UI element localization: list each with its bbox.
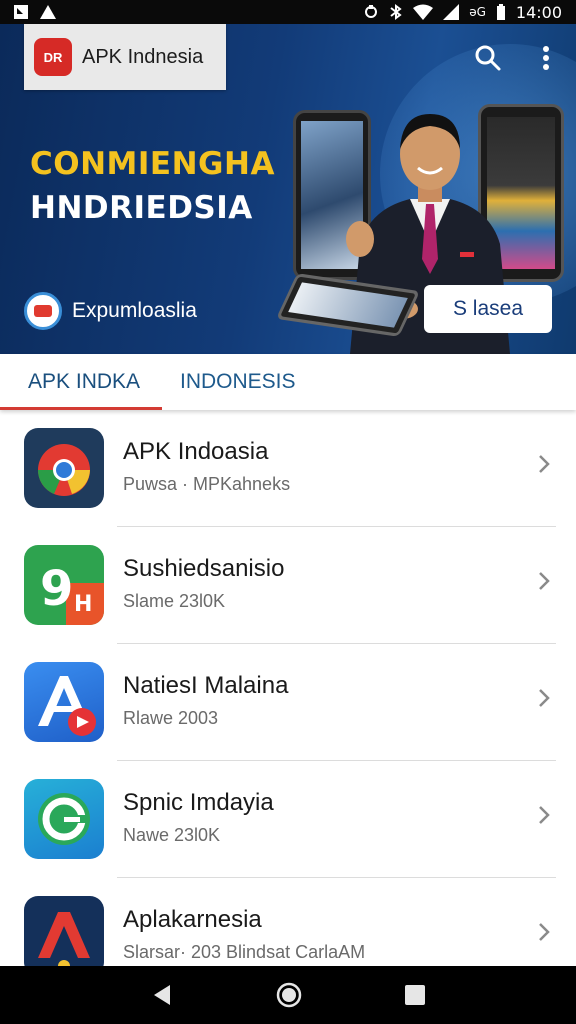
more-vert-icon	[543, 46, 549, 70]
wifi-icon	[413, 4, 434, 20]
hero-brand: Expumloaslia	[24, 292, 197, 330]
svg-text:H: H	[74, 592, 92, 617]
list-item[interactable]: Spnic Imdayia Nawe 23l0K	[0, 761, 576, 878]
red-a-icon	[24, 896, 104, 966]
more-options-button[interactable]	[530, 42, 562, 74]
app-name: Spnic Imdayia	[123, 789, 274, 816]
app-logo-icon: DR	[34, 38, 72, 76]
app-meta: Nawe 23l0K	[123, 825, 221, 845]
signal-icon	[443, 4, 460, 20]
app-meta: Slame 23l0K	[123, 591, 226, 611]
bluetooth-icon	[390, 4, 402, 20]
g-refresh-icon	[24, 779, 104, 859]
g9-icon: 9 H	[24, 545, 104, 625]
app-name: Aplakarnesia	[123, 906, 262, 933]
app-bar-title-chip[interactable]: DR APK Indnesia	[24, 24, 226, 90]
chrome-style-icon	[24, 428, 104, 508]
status-left	[14, 5, 56, 19]
list-item[interactable]: Aplakarnesia Slarsar· 203 Blindsat Carla…	[0, 878, 576, 966]
status-right: əG 14:00	[363, 3, 562, 22]
app-meta: Puwsa · MPKahneks	[123, 474, 291, 494]
alert-icon	[40, 5, 56, 19]
hero-headline: CONMIENGHA HNDRIEDSIA	[30, 142, 275, 230]
battery-icon	[496, 4, 505, 20]
system-nav-bar	[0, 966, 576, 1024]
app-meta: Rlawe 2003	[123, 708, 219, 728]
chevron-right-icon	[539, 689, 550, 707]
chevron-right-icon	[539, 455, 550, 473]
app-name: APK Indoasia	[123, 438, 269, 465]
list-item[interactable]: 9 H Sushiedsanisio Slame 23l0K	[0, 527, 576, 644]
hero-headline-line1: CONMIENGHA	[30, 146, 275, 182]
hero-headline-line2: HNDRIEDSIA	[30, 190, 253, 226]
hero-cta-button[interactable]: S lasea	[424, 285, 552, 333]
a-store-icon	[24, 662, 104, 742]
chevron-right-icon	[539, 806, 550, 824]
chevron-right-icon	[539, 923, 550, 941]
app-meta: Slarsar· 203 Blindsat CarlaAM	[123, 942, 366, 962]
tab-apk-indka[interactable]: APK INDKA	[0, 354, 168, 410]
chevron-right-icon	[539, 572, 550, 590]
app-name: Sushiedsanisio	[123, 555, 285, 582]
app-list: APK Indoasia Puwsa · MPKahneks 9 H Sushi…	[0, 410, 576, 966]
svg-text:9: 9	[40, 561, 73, 617]
hero-brand-logo-icon	[24, 292, 62, 330]
app-title: APK Indnesia	[82, 45, 204, 68]
status-time: 14:00	[515, 2, 562, 22]
search-button[interactable]	[472, 42, 504, 74]
status-bar: əG 14:00	[0, 0, 576, 24]
home-icon[interactable]	[275, 981, 303, 1009]
tab-indonesis[interactable]: INDONESIS	[180, 354, 296, 410]
back-icon[interactable]	[150, 983, 174, 1007]
list-item[interactable]: NatiesI Malaina Rlawe 2003	[0, 644, 576, 761]
list-item[interactable]: APK Indoasia Puwsa · MPKahneks	[0, 410, 576, 527]
sync-icon	[365, 5, 378, 18]
search-icon	[475, 45, 501, 71]
recents-icon[interactable]	[404, 984, 426, 1006]
tab-bar: APK INDKA INDONESIS	[0, 354, 576, 410]
carrier-text: əG	[469, 5, 486, 19]
app-name: NatiesI Malaina	[123, 672, 289, 699]
notification-icon	[14, 5, 28, 19]
hero-brand-text: Expumloaslia	[72, 299, 197, 322]
